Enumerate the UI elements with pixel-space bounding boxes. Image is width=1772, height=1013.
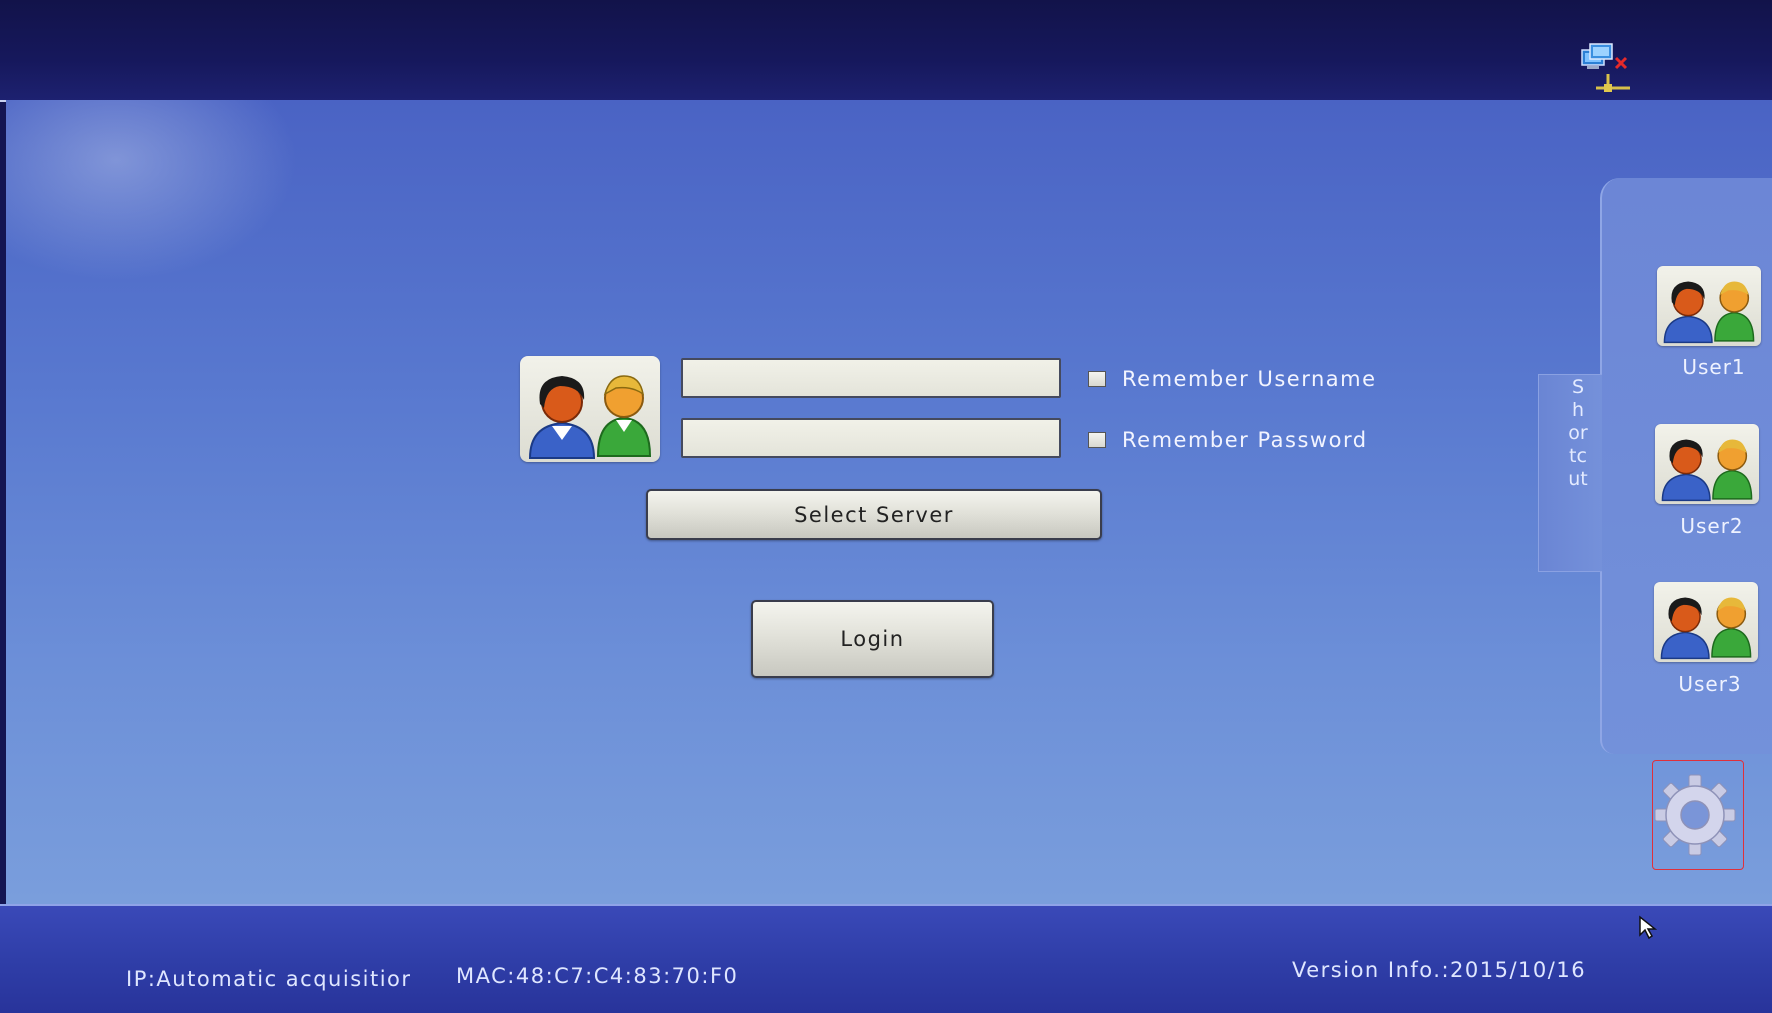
- top-bar: [0, 0, 1772, 102]
- mac-address: MAC:48:C7:C4:83:70:F0: [456, 964, 739, 988]
- login-button[interactable]: Login: [751, 600, 994, 678]
- password-field[interactable]: [681, 418, 1061, 458]
- network-disconnected-icon[interactable]: [1578, 42, 1634, 98]
- version-info: Version Info.:2015/10/16: [1292, 958, 1587, 982]
- remember-username-checkbox[interactable]: [1088, 371, 1106, 387]
- remember-username-label: Remember Username: [1122, 367, 1377, 391]
- quick-user-1-label[interactable]: User1: [1662, 355, 1766, 379]
- mouse-pointer-icon: [1639, 915, 1658, 940]
- ip-status: IP:Automatic acquisitior: [126, 967, 412, 991]
- quick-user-3-label[interactable]: User3: [1658, 672, 1762, 696]
- gear-icon: [1654, 774, 1736, 856]
- quick-user-2-label[interactable]: User2: [1660, 514, 1764, 538]
- username-field[interactable]: [681, 358, 1061, 398]
- shortcut-tab-label: Shortcut: [1568, 376, 1588, 490]
- settings-button[interactable]: [1652, 760, 1744, 870]
- select-server-button-label: Select Server: [794, 502, 954, 527]
- status-bar: IP:Automatic acquisitior MAC:48:C7:C4:83…: [0, 904, 1772, 1013]
- login-button-label: Login: [840, 627, 905, 651]
- quick-user-1-avatar[interactable]: [1657, 266, 1761, 346]
- quick-user-3-avatar[interactable]: [1654, 582, 1758, 662]
- remember-password-checkbox[interactable]: [1088, 432, 1106, 448]
- remember-password-label: Remember Password: [1122, 428, 1368, 452]
- thin-client-screen: Remember Username Remember Password Sele…: [0, 0, 1772, 1013]
- select-server-button[interactable]: Select Server: [646, 489, 1102, 540]
- quick-user-2-avatar[interactable]: [1655, 424, 1759, 504]
- users-avatar-icon: [520, 356, 660, 462]
